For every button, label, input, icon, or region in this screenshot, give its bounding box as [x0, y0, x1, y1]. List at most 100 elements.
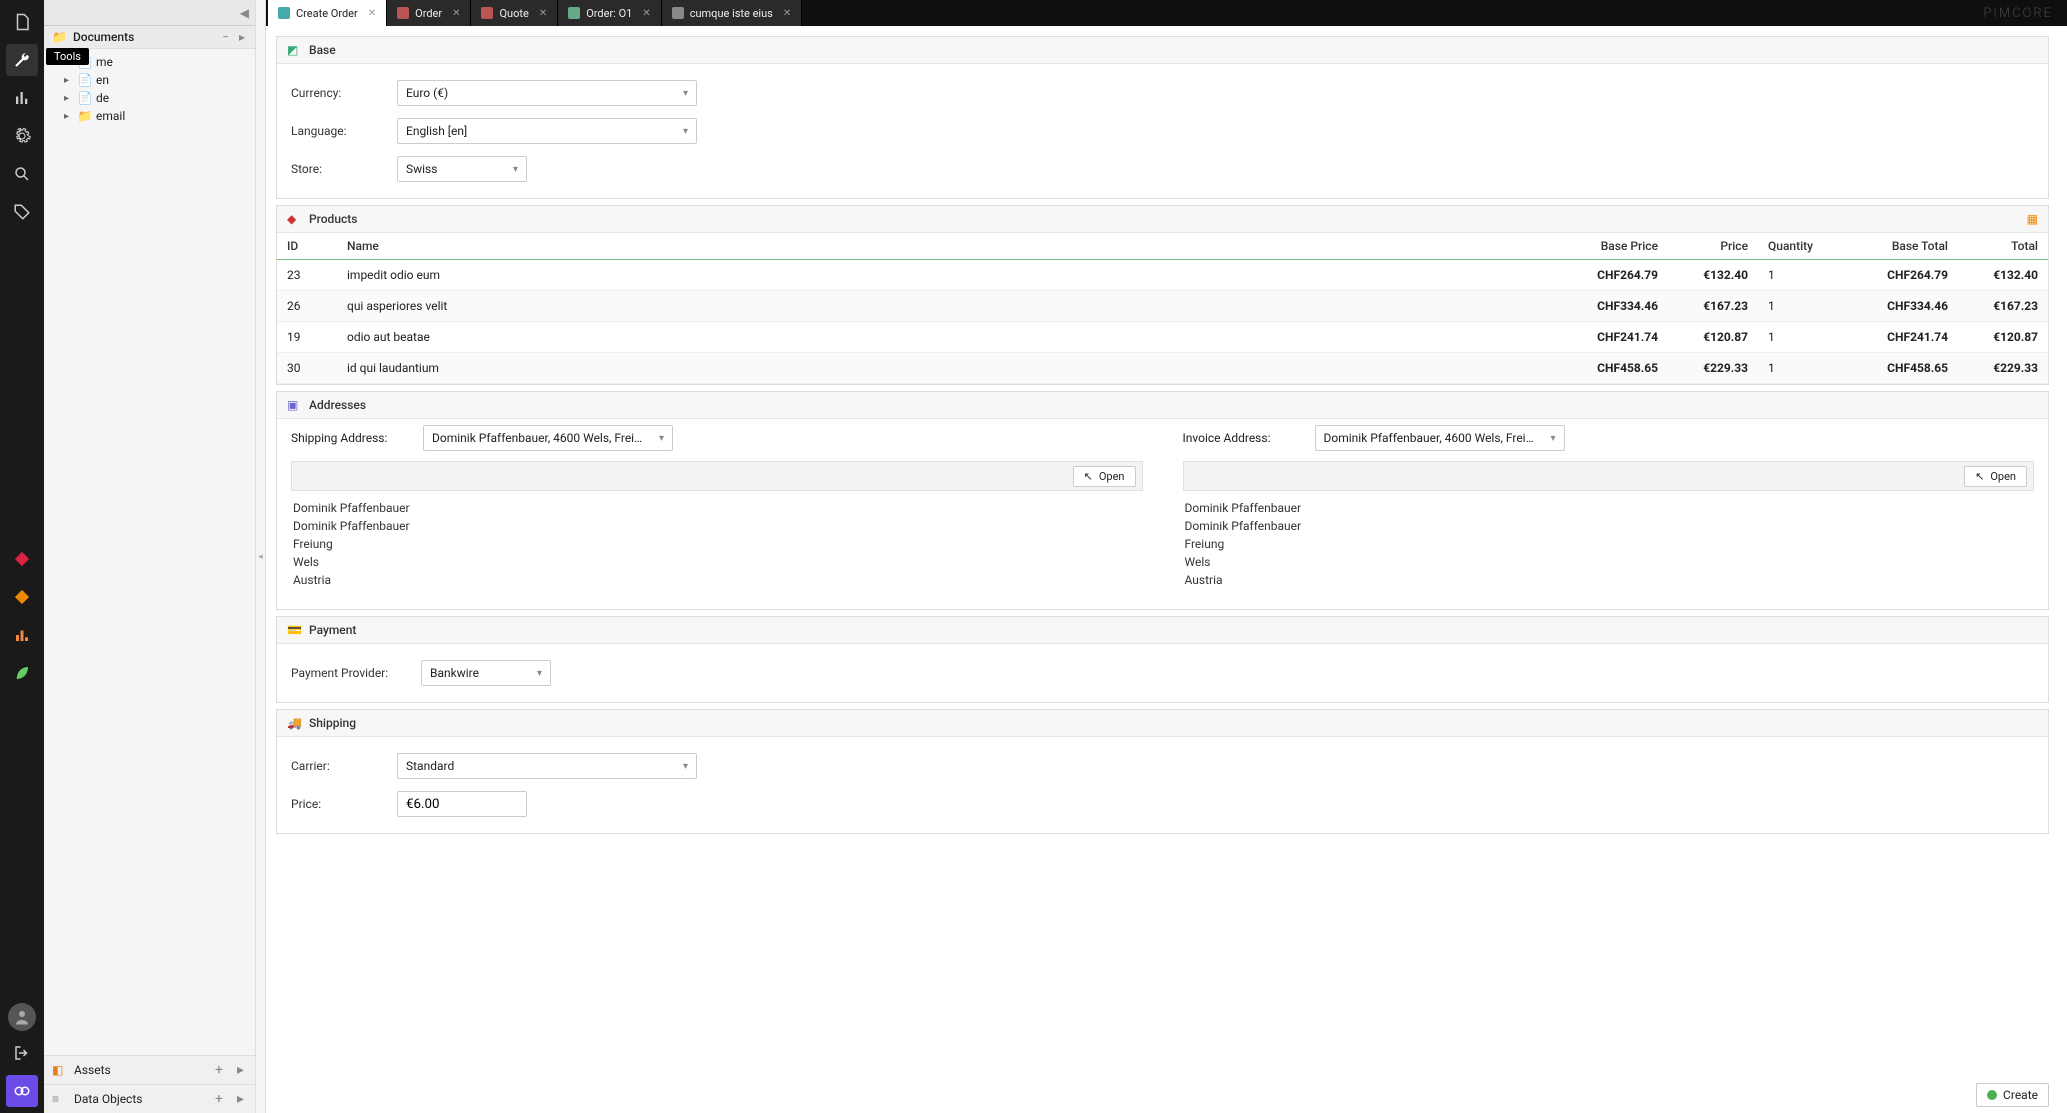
invoice-open-button[interactable]: ↖ Open: [1964, 466, 2027, 487]
leaf-icon[interactable]: [6, 657, 38, 689]
cursor-icon: ↖: [1975, 470, 1984, 483]
addresses-title: Addresses: [309, 398, 366, 412]
close-icon[interactable]: ✕: [783, 8, 791, 19]
tab-order[interactable]: Order✕: [387, 0, 471, 26]
page-icon: 📄: [78, 91, 92, 105]
brand-label: PIMCORE: [1969, 0, 2067, 26]
avatar[interactable]: [8, 1003, 36, 1031]
addresses-panel: ▣ Addresses Shipping Address: Dominik Pf…: [276, 391, 2049, 610]
tree-item-de[interactable]: ▸📄de: [44, 89, 255, 107]
shipping-title: Shipping: [309, 716, 356, 730]
bars-icon[interactable]: [6, 619, 38, 651]
tabbar: Create Order✕Order✕Quote✕Order: O1✕cumqu…: [266, 0, 2067, 26]
chart-icon[interactable]: [6, 82, 38, 114]
tooltip: Tools: [46, 48, 89, 65]
plus-icon[interactable]: +: [212, 1062, 226, 1078]
payment-title: Payment: [309, 623, 356, 637]
tree-panel: ◀ 📁 Documents − ▸ ▸📄me▸📄en▸📄de▸📁email ◧ …: [44, 0, 256, 1113]
close-icon[interactable]: ✕: [452, 8, 460, 19]
table-row[interactable]: 26qui asperiores velitCHF334.46€167.231C…: [277, 291, 2048, 322]
chevron-right-icon[interactable]: ▸: [237, 30, 247, 44]
data-objects-section[interactable]: ≡ Data Objects + ▸: [44, 1084, 255, 1113]
col-price[interactable]: Price: [1668, 233, 1758, 260]
addresses-icon: ▣: [287, 398, 301, 412]
assets-label: Assets: [74, 1063, 204, 1077]
data-objects-icon: ≡: [52, 1092, 66, 1106]
documents-header[interactable]: 📁 Documents − ▸: [44, 26, 255, 49]
file-icon[interactable]: [6, 6, 38, 38]
diamond-red-icon[interactable]: [6, 543, 38, 575]
currency-select[interactable]: Euro (€): [397, 80, 697, 106]
chevron-right-icon[interactable]: ▸: [234, 1062, 247, 1078]
shipping-select[interactable]: Dominik Pfaffenbauer, 4600 Wels, Freiung…: [423, 425, 673, 451]
col-name[interactable]: Name: [337, 233, 1558, 260]
diamond-orange-icon[interactable]: [6, 581, 38, 613]
tab-quote[interactable]: Quote✕: [471, 0, 558, 26]
tag-icon[interactable]: [6, 196, 38, 228]
provider-label: Payment Provider:: [291, 666, 411, 680]
tree-item-en[interactable]: ▸📄en: [44, 71, 255, 89]
tab-icon: [278, 7, 290, 19]
expand-icon[interactable]: ▸: [64, 93, 74, 104]
left-icon-rail: Tools: [0, 0, 44, 1113]
tab-order-o1[interactable]: Order: O1✕: [558, 0, 662, 26]
wrench-icon[interactable]: Tools: [6, 44, 38, 76]
folder-icon: 📁: [78, 109, 92, 123]
language-select[interactable]: English [en]: [397, 118, 697, 144]
shipping-label: Shipping Address:: [291, 431, 411, 445]
splitter-handle[interactable]: ◂: [256, 0, 266, 1113]
tab-create-order[interactable]: Create Order✕: [268, 0, 387, 26]
col-base-price[interactable]: Base Price: [1558, 233, 1668, 260]
tab-cumque-iste-eius[interactable]: cumque iste eius✕: [662, 0, 803, 26]
payment-panel: 💳 Payment Payment Provider: Bankwire: [276, 616, 2049, 703]
tab-icon: [481, 7, 493, 19]
base-title: Base: [309, 43, 336, 57]
documents-label: Documents: [73, 30, 214, 44]
invoice-address-lines: Dominik PfaffenbauerDominik Pfaffenbauer…: [1183, 499, 2035, 589]
products-table: ID Name Base Price Price Quantity Base T…: [277, 233, 2048, 384]
store-select[interactable]: Swiss: [397, 156, 527, 182]
invoice-label: Invoice Address:: [1183, 431, 1303, 445]
table-row[interactable]: 30id qui laudantiumCHF458.65€229.331CHF4…: [277, 353, 2048, 384]
add-product-icon[interactable]: ▦: [2027, 212, 2038, 226]
expand-icon[interactable]: ▸: [64, 111, 74, 122]
logout-icon[interactable]: [6, 1037, 38, 1069]
currency-label: Currency:: [291, 86, 387, 100]
col-qty[interactable]: Quantity: [1758, 233, 1848, 260]
panel-collapse-icon[interactable]: ◀: [240, 6, 249, 20]
table-row[interactable]: 19odio aut beataeCHF241.74€120.871CHF241…: [277, 322, 2048, 353]
chevron-right-icon[interactable]: ▸: [234, 1091, 247, 1107]
cursor-icon: ↖: [1084, 470, 1093, 483]
close-icon[interactable]: ✕: [368, 8, 376, 19]
tree-item-email[interactable]: ▸📁email: [44, 107, 255, 125]
logo-icon[interactable]: [6, 1075, 38, 1107]
table-row[interactable]: 23impedit odio eumCHF264.79€132.401CHF26…: [277, 260, 2048, 291]
plus-icon[interactable]: +: [212, 1091, 226, 1107]
search-icon[interactable]: [6, 158, 38, 190]
col-total[interactable]: Total: [1958, 233, 2048, 260]
page-icon: 📄: [78, 73, 92, 87]
price-input[interactable]: [397, 791, 527, 817]
minus-icon[interactable]: −: [220, 30, 231, 44]
check-icon: [1987, 1090, 1997, 1100]
shipping-icon: 🚚: [287, 716, 301, 730]
col-base-total[interactable]: Base Total: [1848, 233, 1958, 260]
provider-select[interactable]: Bankwire: [421, 660, 551, 686]
expand-icon[interactable]: ▸: [64, 75, 74, 86]
shipping-panel: 🚚 Shipping Carrier: Standard Price:: [276, 709, 2049, 834]
close-icon[interactable]: ✕: [642, 8, 650, 19]
base-icon: ◩: [287, 43, 301, 57]
shipping-open-button[interactable]: ↖ Open: [1073, 466, 1136, 487]
col-id[interactable]: ID: [277, 233, 337, 260]
create-button[interactable]: Create: [1976, 1083, 2049, 1107]
tab-icon: [397, 7, 409, 19]
gear-icon[interactable]: [6, 120, 38, 152]
carrier-select[interactable]: Standard: [397, 753, 697, 779]
close-icon[interactable]: ✕: [539, 8, 547, 19]
invoice-select[interactable]: Dominik Pfaffenbauer, 4600 Wels, Freiung…: [1315, 425, 1565, 451]
products-icon: ◆: [287, 212, 301, 226]
assets-section[interactable]: ◧ Assets + ▸: [44, 1055, 255, 1084]
data-objects-label: Data Objects: [74, 1092, 204, 1106]
carrier-label: Carrier:: [291, 759, 387, 773]
store-label: Store:: [291, 162, 387, 176]
